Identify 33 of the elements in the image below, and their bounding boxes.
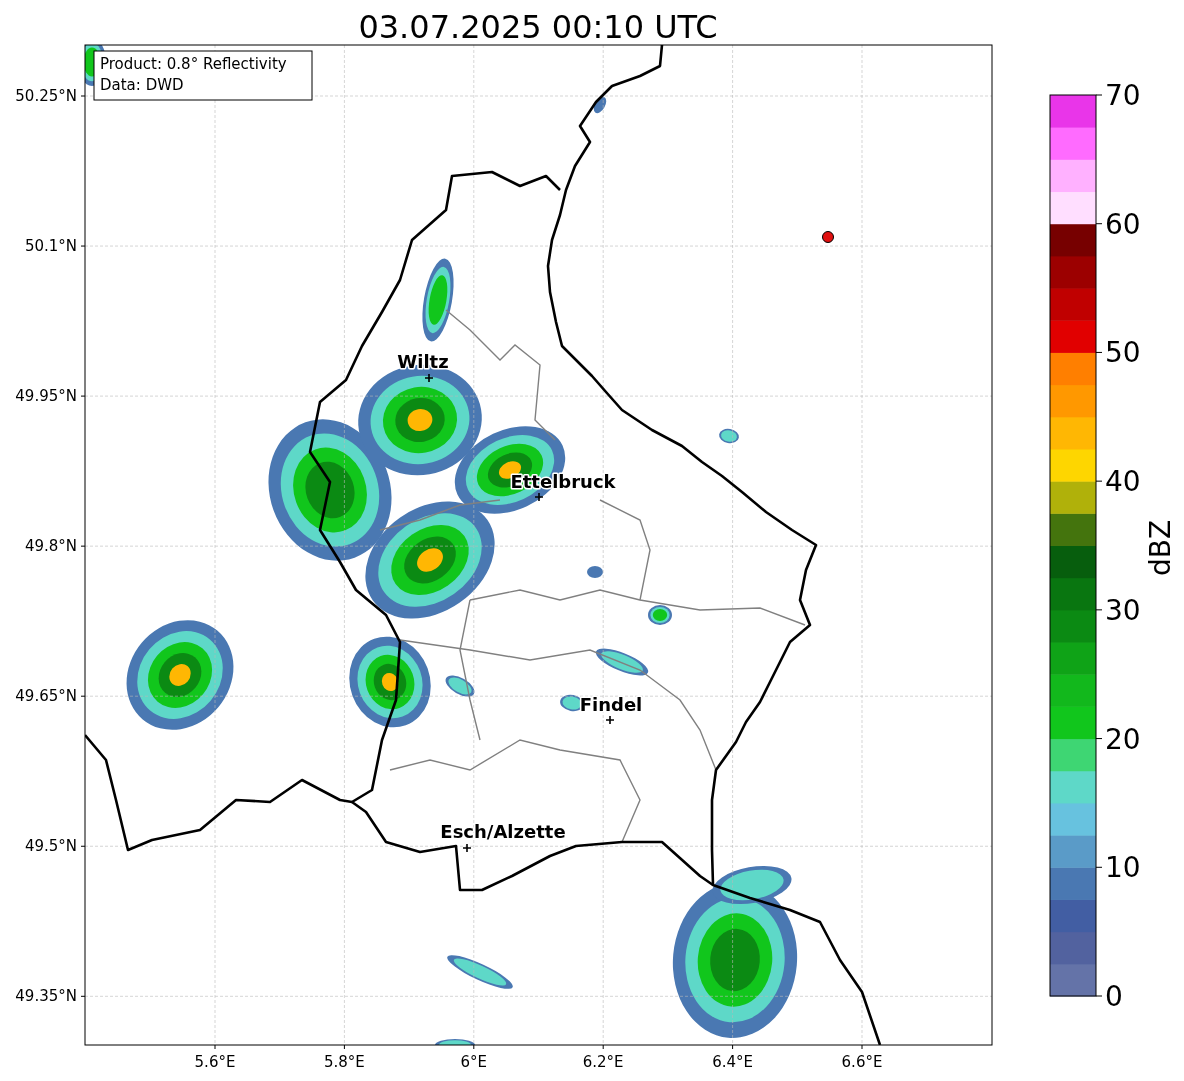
colorbar-label: dBZ bbox=[1144, 519, 1177, 577]
latitude-tick-label: 49.35°N bbox=[15, 987, 77, 1006]
city-marker-icon bbox=[462, 843, 472, 853]
longitude-tick-label: 6.4°E bbox=[712, 1053, 753, 1071]
colorbar-tick-label: 0 bbox=[1105, 980, 1123, 1013]
info-text: Data: DWD bbox=[100, 76, 184, 94]
colorbar-tick-label: 50 bbox=[1105, 336, 1141, 370]
city-marker-icon bbox=[424, 373, 434, 383]
plot-title: 03.07.2025 00:10 UTC bbox=[358, 8, 718, 46]
info-text: Product: 0.8° Reflectivity bbox=[100, 55, 287, 73]
latitude-tick-label: 49.95°N bbox=[15, 387, 77, 406]
latitude-tick-label: 50.1°N bbox=[24, 237, 77, 256]
colorbar-tick-label: 40 bbox=[1105, 465, 1141, 499]
latitude-tick-label: 49.65°N bbox=[15, 687, 77, 706]
longitude-tick-label: 6.6°E bbox=[841, 1053, 883, 1071]
latitude-tick-label: 49.8°N bbox=[24, 537, 77, 556]
station-marker-icon bbox=[822, 231, 834, 243]
latitude-tick-label: 49.5°N bbox=[24, 837, 77, 856]
colorbar-tick-label: 10 bbox=[1105, 851, 1141, 885]
longitude-tick-label: 5.6°E bbox=[194, 1053, 236, 1071]
latitude-tick-label: 50.25°N bbox=[15, 87, 77, 105]
colorbar-tick-label: 20 bbox=[1105, 722, 1141, 756]
city-label: Esch/Alzette bbox=[440, 821, 566, 842]
city-label: Wiltz bbox=[397, 351, 449, 372]
colorbar-tick-label: 30 bbox=[1105, 593, 1141, 627]
colorbar-tick-label: 70 bbox=[1105, 79, 1141, 112]
colorbar-tick-label: 60 bbox=[1105, 207, 1141, 241]
city-marker-icon bbox=[534, 492, 544, 502]
longitude-tick-label: 6.2°E bbox=[582, 1053, 624, 1071]
longitude-tick-label: 5.8°E bbox=[324, 1053, 365, 1071]
city-label: Findel bbox=[579, 694, 643, 715]
city-marker-icon bbox=[605, 715, 615, 725]
longitude-tick-label: 6°E bbox=[460, 1053, 488, 1071]
